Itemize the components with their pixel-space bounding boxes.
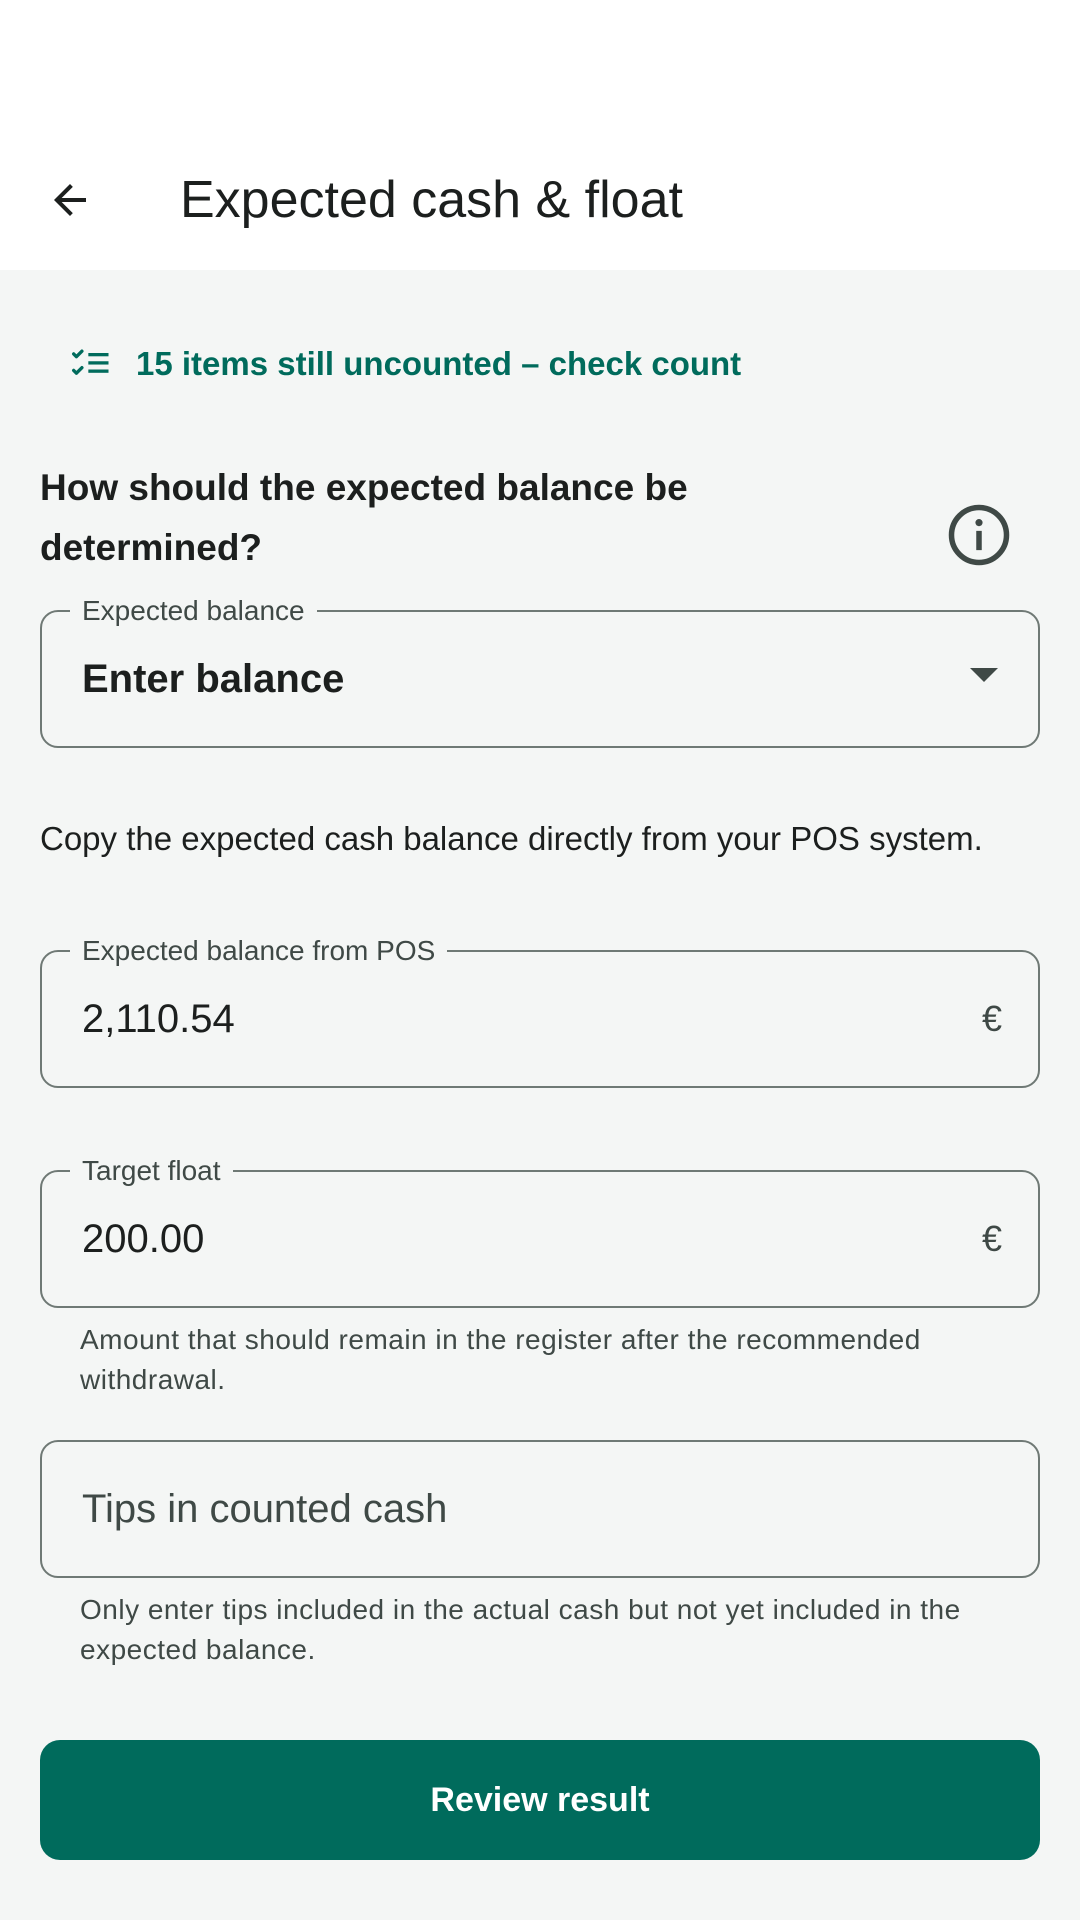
target-float-input[interactable]: Target float 200.00 € <box>40 1154 1040 1308</box>
tips-helper: Only enter tips included in the actual c… <box>80 1594 961 1665</box>
checklist-icon <box>72 349 109 375</box>
pos-balance-input[interactable]: Expected balance from POS 2,110.54 € <box>40 934 1040 1088</box>
target-float-currency: € <box>981 1218 1002 1259</box>
balance-method-question: How should the expected balance be deter… <box>40 467 688 568</box>
arrow-back-icon <box>54 184 86 216</box>
expected-balance-dropdown[interactable]: Expected balance Enter balance <box>40 594 1040 748</box>
uncounted-items-text: 15 items still uncounted – check count <box>136 345 742 382</box>
back-button[interactable] <box>28 158 112 242</box>
tips-input[interactable]: Tips in counted cash <box>40 1440 1040 1578</box>
pos-balance-value: 2,110.54 <box>82 997 235 1041</box>
page-title: Expected cash & float <box>180 171 683 229</box>
expected-balance-selected: Enter balance <box>82 657 345 701</box>
tips-placeholder: Tips in counted cash <box>82 1487 448 1531</box>
review-result-button[interactable]: Review result <box>40 1740 1040 1860</box>
info-icon[interactable] <box>946 502 1012 568</box>
top-app-bar: Expected cash & float <box>0 130 1080 270</box>
status-bar-area <box>0 0 1080 130</box>
target-float-value: 200.00 <box>82 1217 205 1261</box>
dropdown-arrow-icon <box>970 668 998 682</box>
target-float-helper: Amount that should remain in the registe… <box>80 1324 921 1395</box>
pos-balance-currency: € <box>981 998 1002 1039</box>
pos-copy-description: Copy the expected cash balance directly … <box>40 820 983 857</box>
main-content: 15 items still uncounted – check count H… <box>0 270 1080 1920</box>
uncounted-items-warning[interactable]: 15 items still uncounted – check count <box>70 342 741 386</box>
